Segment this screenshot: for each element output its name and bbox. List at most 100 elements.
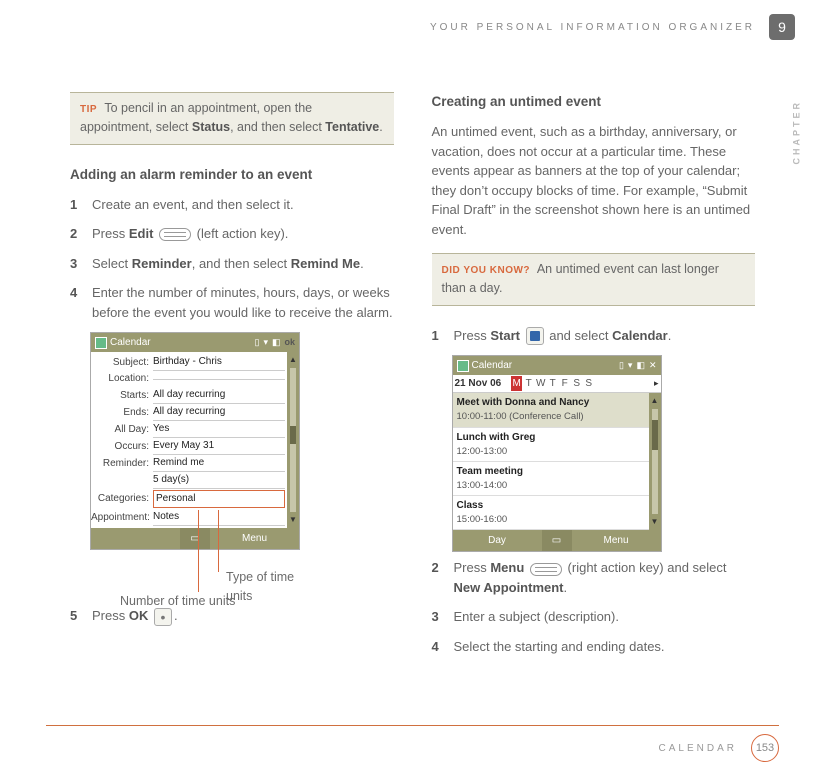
device-field-value: All day recurring: [153, 404, 285, 421]
page-footer: CALENDAR 153: [46, 725, 779, 762]
right-intro: An untimed event, such as a birthday, an…: [432, 122, 756, 239]
device-form-row: Appointment:Notes: [91, 509, 287, 526]
device-form-row: Location:: [91, 371, 287, 387]
device-field-value: Yes: [153, 421, 285, 438]
device-field-label: Occurs:: [91, 439, 153, 455]
device-form-row: All Day:Yes: [91, 421, 287, 438]
step: Enter a subject (description).: [432, 607, 756, 627]
ok-button-icon: [154, 608, 172, 626]
softkey-right: Menu: [572, 530, 661, 551]
menu-key-icon: [530, 563, 562, 576]
device-screenshot-appointment: Calendar ▯▾◧ok Subject:Birthday - ChrisL…: [90, 332, 300, 550]
dow-cell: F: [559, 376, 570, 391]
device-field-value: Personal: [153, 490, 285, 508]
device-softkeys: Day ▭ Menu: [453, 530, 661, 551]
did-you-know-box: DID YOU KNOW? An untimed event can last …: [432, 253, 756, 306]
right-steps-a: Press Start and select Calendar.: [432, 326, 756, 346]
tip-text: To pencil in an appointment, open the ap…: [80, 101, 383, 134]
running-title: YOUR PERSONAL INFORMATION ORGANIZER: [430, 20, 755, 35]
step: Select the starting and ending dates.: [432, 637, 756, 657]
calendar-event-item: Class15:00-16:00: [453, 496, 649, 530]
event-title: Lunch with Greg: [457, 430, 645, 445]
softkey-center-icon: ▭: [180, 528, 210, 549]
softkey-left: Day: [453, 530, 542, 551]
right-steps-b: Press Menu (right action key) and select…: [432, 558, 756, 656]
device-form-row: Occurs:Every May 31: [91, 438, 287, 455]
event-time: 12:00-13:00: [457, 445, 645, 459]
event-title: Class: [457, 498, 645, 513]
device-titlebar: Calendar ▯▾◧✕: [453, 356, 661, 375]
start-button-icon: [526, 327, 544, 345]
calendar-date: 21 Nov 06: [455, 376, 502, 391]
device-titlebar: Calendar ▯▾◧ok: [91, 333, 299, 352]
left-steps: Create an event, and then select it. Pre…: [70, 195, 394, 323]
device-field-value: Birthday - Chris: [153, 354, 285, 371]
day-of-week-row: MTWTFSS: [511, 376, 594, 391]
device-title: Calendar: [110, 335, 151, 350]
page-header: YOUR PERSONAL INFORMATION ORGANIZER 9: [430, 14, 795, 40]
device-status-icons: ▯▾◧✕: [619, 359, 657, 373]
softkey-center-icon: ▭: [542, 530, 572, 551]
device-form-row: Categories:Personal: [91, 489, 287, 509]
right-column: Creating an untimed event An untimed eve…: [432, 92, 756, 722]
step: Enter the number of minutes, hours, days…: [70, 283, 394, 322]
event-title: Team meeting: [457, 464, 645, 479]
device-field-value: 5 day(s): [153, 472, 285, 489]
device-form-row: 5 day(s): [91, 472, 287, 489]
scroll-up-icon: ▲: [289, 354, 297, 366]
scroll-down-icon: ▼: [289, 514, 297, 526]
chapter-side-label: CHAPTER: [791, 100, 805, 165]
device-field-label: Subject:: [91, 355, 153, 371]
step: Select Reminder, and then select Remind …: [70, 254, 394, 274]
device-field-label: Appointment:: [91, 510, 153, 526]
device-field-value: [153, 379, 285, 380]
step: Press Start and select Calendar.: [432, 326, 756, 346]
device-form-row: Reminder:Remind me: [91, 455, 287, 472]
dow-cell: T: [547, 376, 558, 391]
chapter-number-badge: 9: [769, 14, 795, 40]
dow-cell: T: [523, 376, 534, 391]
left-steps-continued: Press OK .: [70, 606, 394, 626]
right-section-title: Creating an untimed event: [432, 92, 756, 112]
left-section-title: Adding an alarm reminder to an event: [70, 165, 394, 185]
event-time: 10:00-11:00 (Conference Call): [457, 410, 645, 424]
page-number-badge: 153: [751, 734, 779, 762]
dyk-label: DID YOU KNOW?: [442, 265, 531, 276]
event-time: 13:00-14:00: [457, 479, 645, 493]
calendar-event-item: Team meeting13:00-14:00: [453, 462, 649, 496]
device-field-label: Ends:: [91, 405, 153, 421]
device-callouts: Type of time units Number of time units: [90, 556, 320, 606]
device-field-value: Every May 31: [153, 438, 285, 455]
device-field-value: Notes: [153, 509, 285, 526]
scroll-down-icon: ▼: [651, 516, 659, 528]
step: Press Edit (left action key).: [70, 224, 394, 244]
callout-type-units: Type of time units: [226, 568, 320, 606]
chevron-right-icon: ▸: [654, 377, 659, 391]
step: Create an event, and then select it.: [70, 195, 394, 215]
start-flag-icon: [95, 337, 107, 349]
device-field-label: Reminder:: [91, 456, 153, 472]
step: Press OK .: [70, 606, 394, 626]
device-screenshot-calendar: Calendar ▯▾◧✕ 21 Nov 06 MTWTFSS ▸ Meet w…: [452, 355, 662, 552]
event-title: Meet with Donna and Nancy: [457, 395, 645, 410]
edit-key-icon: [159, 228, 191, 241]
dow-cell: M: [511, 376, 522, 391]
device-field-label: Starts:: [91, 388, 153, 404]
device-field-value: All day recurring: [153, 387, 285, 404]
scroll-up-icon: ▲: [651, 395, 659, 407]
device-form-row: Ends:All day recurring: [91, 404, 287, 421]
calendar-event-item: Meet with Donna and Nancy10:00-11:00 (Co…: [453, 393, 649, 427]
dow-cell: W: [535, 376, 546, 391]
device-title: Calendar: [472, 358, 513, 373]
device-softkeys: ▭ Menu: [91, 528, 299, 549]
tip-box: TIP To pencil in an appointment, open th…: [70, 92, 394, 145]
dow-cell: S: [571, 376, 582, 391]
footer-section-label: CALENDAR: [659, 741, 737, 756]
event-time: 15:00-16:00: [457, 513, 645, 527]
device-field-label: Categories:: [91, 491, 153, 507]
calendar-event-item: Lunch with Greg12:00-13:00: [453, 428, 649, 462]
device-field-label: Location:: [91, 371, 153, 387]
softkey-right: Menu: [210, 528, 299, 549]
step: Press Menu (right action key) and select…: [432, 558, 756, 597]
device-field-value: Remind me: [153, 455, 285, 472]
